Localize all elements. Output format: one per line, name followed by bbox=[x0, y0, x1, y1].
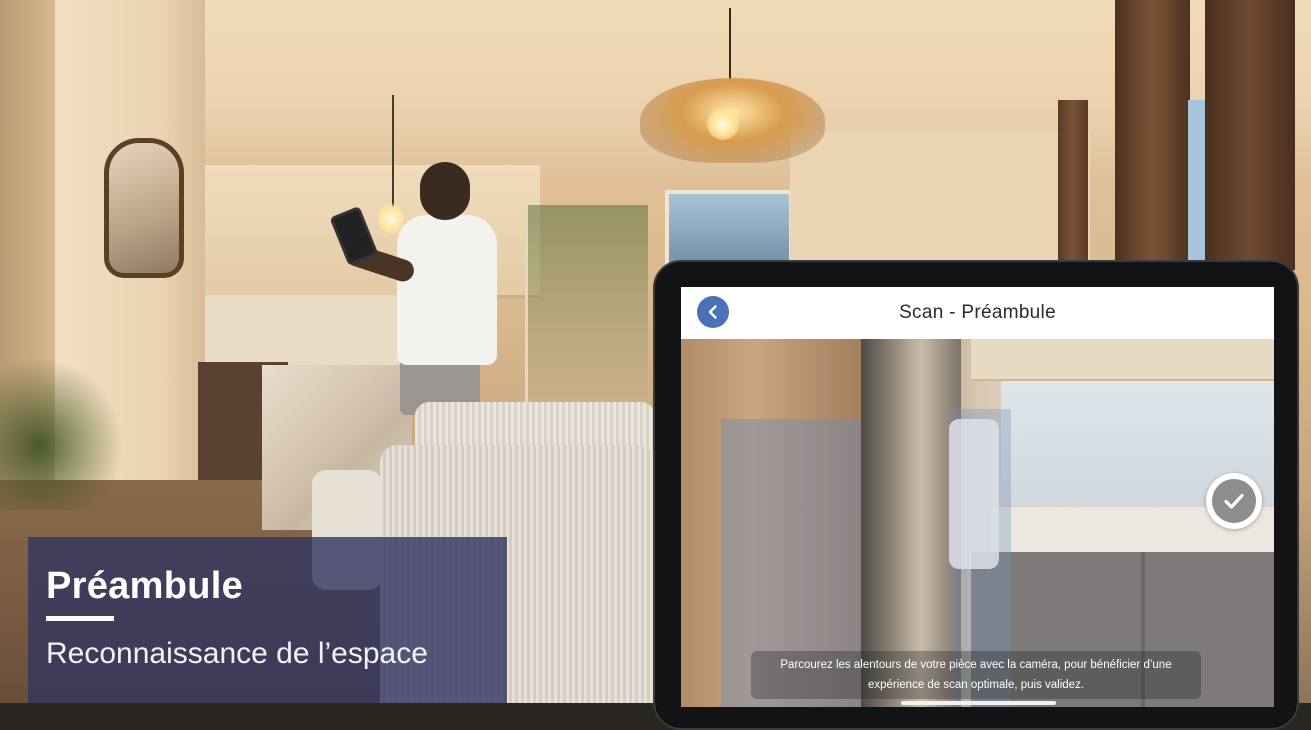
caption-overlay: Préambule Reconnaissance de l’espace bbox=[28, 537, 507, 703]
tablet-screen: Scan - Préambule Parcourez les alentours… bbox=[681, 287, 1274, 707]
curtain bbox=[1058, 100, 1088, 270]
curtain bbox=[1205, 0, 1295, 270]
chevron-left-icon bbox=[708, 305, 717, 319]
wall-mirror bbox=[104, 138, 184, 278]
validate-button-inner bbox=[1212, 479, 1256, 523]
plant-shelf bbox=[525, 205, 648, 420]
tablet-device: Scan - Préambule Parcourez les alentours… bbox=[653, 260, 1299, 730]
home-indicator[interactable] bbox=[901, 701, 1056, 705]
camera-view: Parcourez les alentours de votre pièce a… bbox=[681, 339, 1274, 707]
scan-hint-text: Parcourez les alentours de votre pièce a… bbox=[751, 651, 1201, 699]
caption-subtitle: Reconnaissance de l’espace bbox=[46, 637, 428, 670]
validate-button[interactable] bbox=[1206, 473, 1262, 529]
light-bulb bbox=[707, 108, 739, 140]
caption-title: Préambule bbox=[46, 565, 244, 607]
app-title: Scan - Préambule bbox=[899, 302, 1056, 323]
checkmark-icon bbox=[1224, 493, 1244, 509]
curtain bbox=[1115, 0, 1190, 270]
person-body bbox=[397, 215, 497, 365]
caption-underline bbox=[46, 616, 114, 621]
right-wall bbox=[790, 130, 1090, 270]
camera-towel bbox=[949, 419, 999, 569]
back-button[interactable] bbox=[697, 296, 729, 328]
lamp-cord bbox=[729, 8, 731, 83]
kitchen-backsplash bbox=[205, 295, 405, 365]
plant bbox=[0, 350, 130, 510]
lamp-cord bbox=[392, 95, 394, 207]
camera-upper-cabinets bbox=[971, 339, 1274, 381]
light-bulb bbox=[378, 204, 404, 234]
person-head bbox=[420, 162, 470, 220]
app-header: Scan - Préambule bbox=[681, 287, 1274, 339]
